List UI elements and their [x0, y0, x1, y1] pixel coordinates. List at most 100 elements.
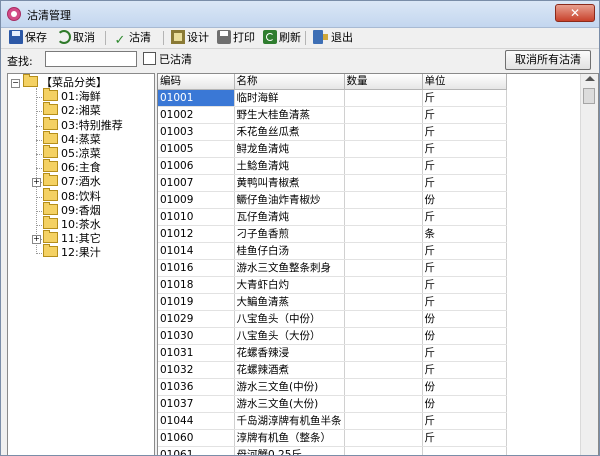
- table-cell[interactable]: [344, 89, 423, 107]
- table-cell[interactable]: 斤: [422, 140, 507, 158]
- table-cell[interactable]: 花螺辣酒煮: [234, 361, 345, 379]
- table-row[interactable]: 01019 大鳊鱼清蒸 斤: [158, 293, 507, 311]
- table-cell[interactable]: 母河蟹0.25斤: [234, 446, 345, 455]
- table-cell[interactable]: 游水三文鱼(大份): [234, 395, 345, 413]
- table-cell[interactable]: 游水三文鱼(中份): [234, 378, 345, 396]
- column-header[interactable]: 数量: [344, 74, 423, 90]
- table-cell[interactable]: [422, 446, 507, 455]
- tree-item[interactable]: +11:其它: [32, 230, 101, 246]
- table-cell[interactable]: 01029: [158, 310, 235, 328]
- table-cell[interactable]: [344, 140, 423, 158]
- table-cell[interactable]: 花螺香辣浸: [234, 344, 345, 362]
- table-cell[interactable]: 游水三文鱼整条刺身: [234, 259, 345, 277]
- table-row[interactable]: 01016 游水三文鱼整条刺身 斤: [158, 259, 507, 277]
- expand-icon[interactable]: +: [32, 178, 41, 188]
- table-cell[interactable]: [344, 395, 423, 413]
- column-header[interactable]: 单位: [422, 74, 507, 90]
- table-cell[interactable]: 01032: [158, 361, 235, 379]
- table-cell[interactable]: 鲟龙鱼清炖: [234, 140, 345, 158]
- table-cell[interactable]: 瓦仔鱼清炖: [234, 208, 345, 226]
- table-cell[interactable]: 刁子鱼香煎: [234, 225, 345, 243]
- table-cell[interactable]: [344, 446, 423, 455]
- tree-item[interactable]: 05:凉菜: [43, 145, 101, 161]
- table-cell[interactable]: 鳜仔鱼油炸青椒炒: [234, 191, 345, 209]
- table-cell[interactable]: [344, 174, 423, 192]
- table-cell[interactable]: 野生大桂鱼清蒸: [234, 106, 345, 124]
- table-cell[interactable]: 斤: [422, 429, 507, 447]
- table-cell[interactable]: [344, 259, 423, 277]
- table-row[interactable]: 01001 临时海鲜 斤: [158, 89, 507, 107]
- table-cell[interactable]: 份: [422, 327, 507, 345]
- table-cell[interactable]: 01037: [158, 395, 235, 413]
- table-cell[interactable]: [344, 344, 423, 362]
- table-cell[interactable]: 斤: [422, 123, 507, 141]
- table-cell[interactable]: 01061: [158, 446, 235, 455]
- table-cell[interactable]: 斤: [422, 157, 507, 175]
- table-cell[interactable]: 斤: [422, 361, 507, 379]
- cancel-all-soldout-button[interactable]: 取消所有沽清: [505, 50, 591, 70]
- scroll-thumb[interactable]: [583, 88, 595, 104]
- table-cell[interactable]: 斤: [422, 242, 507, 260]
- table-cell[interactable]: 01006: [158, 157, 235, 175]
- table-row[interactable]: 01036 游水三文鱼(中份) 份: [158, 378, 507, 396]
- table-cell[interactable]: 01012: [158, 225, 235, 243]
- soldout-filter-checkbox[interactable]: 已沽清: [143, 51, 192, 69]
- save-button[interactable]: 保存: [7, 29, 47, 47]
- print-button[interactable]: 打印: [215, 29, 255, 47]
- tree-item[interactable]: 03:特别推荐: [43, 116, 123, 133]
- table-cell[interactable]: 八宝鱼头（大份）: [234, 327, 345, 345]
- scroll-up-icon[interactable]: [585, 76, 595, 81]
- design-button[interactable]: 设计: [169, 29, 209, 47]
- table-cell[interactable]: 01044: [158, 412, 235, 430]
- table-cell[interactable]: [344, 242, 423, 260]
- table-cell[interactable]: 大鳊鱼清蒸: [234, 293, 345, 311]
- tree-item[interactable]: +07:酒水: [32, 173, 101, 189]
- table-row[interactable]: 01010 瓦仔鱼清炖 斤: [158, 208, 507, 226]
- tree-item[interactable]: 02:湘菜: [43, 102, 101, 118]
- table-cell[interactable]: 01031: [158, 344, 235, 362]
- table-row[interactable]: 01030 八宝鱼头（大份） 份: [158, 327, 507, 345]
- table-row[interactable]: 01012 刁子鱼香煎 条: [158, 225, 507, 243]
- checkbox-box[interactable]: [143, 52, 156, 65]
- table-cell[interactable]: 01019: [158, 293, 235, 311]
- table-row[interactable]: 01007 黄鸭叫青椒煮 斤: [158, 174, 507, 192]
- table-row[interactable]: 01003 禾花鱼丝瓜煮 斤: [158, 123, 507, 141]
- table-row[interactable]: 01031 花螺香辣浸 斤: [158, 344, 507, 362]
- table-cell[interactable]: 八宝鱼头（中份）: [234, 310, 345, 328]
- table-row[interactable]: 01009 鳜仔鱼油炸青椒炒 份: [158, 191, 507, 209]
- table-cell[interactable]: 份: [422, 191, 507, 209]
- table-cell[interactable]: 斤: [422, 208, 507, 226]
- table-cell[interactable]: [344, 225, 423, 243]
- table-row[interactable]: 01005 鲟龙鱼清炖 斤: [158, 140, 507, 158]
- tree-item[interactable]: 01:海鲜: [43, 88, 101, 104]
- exit-button[interactable]: 退出: [311, 29, 353, 47]
- table-cell[interactable]: [344, 208, 423, 226]
- table-cell[interactable]: [344, 378, 423, 396]
- soldout-button[interactable]: ✓ 沽清: [111, 29, 151, 48]
- table-cell[interactable]: 桂鱼仔白汤: [234, 242, 345, 260]
- table-cell[interactable]: 土鲶鱼清炖: [234, 157, 345, 175]
- table-cell[interactable]: 斤: [422, 106, 507, 124]
- table-cell[interactable]: [344, 429, 423, 447]
- refresh-button[interactable]: 刷新: [261, 29, 301, 47]
- table-cell[interactable]: 01010: [158, 208, 235, 226]
- search-input[interactable]: [45, 51, 137, 67]
- table-cell[interactable]: 01018: [158, 276, 235, 294]
- tree-item[interactable]: 10:茶水: [43, 216, 101, 232]
- table-row[interactable]: 01029 八宝鱼头（中份） 份: [158, 310, 507, 328]
- table-cell[interactable]: 01007: [158, 174, 235, 192]
- table-row[interactable]: 01006 土鲶鱼清炖 斤: [158, 157, 507, 175]
- table-cell[interactable]: 大青虾白灼: [234, 276, 345, 294]
- table-row[interactable]: 01018 大青虾白灼 斤: [158, 276, 507, 294]
- table-cell[interactable]: 斤: [422, 174, 507, 192]
- close-button[interactable]: ✕: [555, 4, 595, 22]
- cancel-button[interactable]: 取消: [55, 29, 95, 47]
- table-cell[interactable]: [344, 361, 423, 379]
- table-cell[interactable]: 黄鸭叫青椒煮: [234, 174, 345, 192]
- table-cell[interactable]: [344, 106, 423, 124]
- table-cell[interactable]: [344, 276, 423, 294]
- table-row[interactable]: 01014 桂鱼仔白汤 斤: [158, 242, 507, 260]
- table-cell[interactable]: 01036: [158, 378, 235, 396]
- table-cell[interactable]: 01002: [158, 106, 235, 124]
- table-cell[interactable]: 禾花鱼丝瓜煮: [234, 123, 345, 141]
